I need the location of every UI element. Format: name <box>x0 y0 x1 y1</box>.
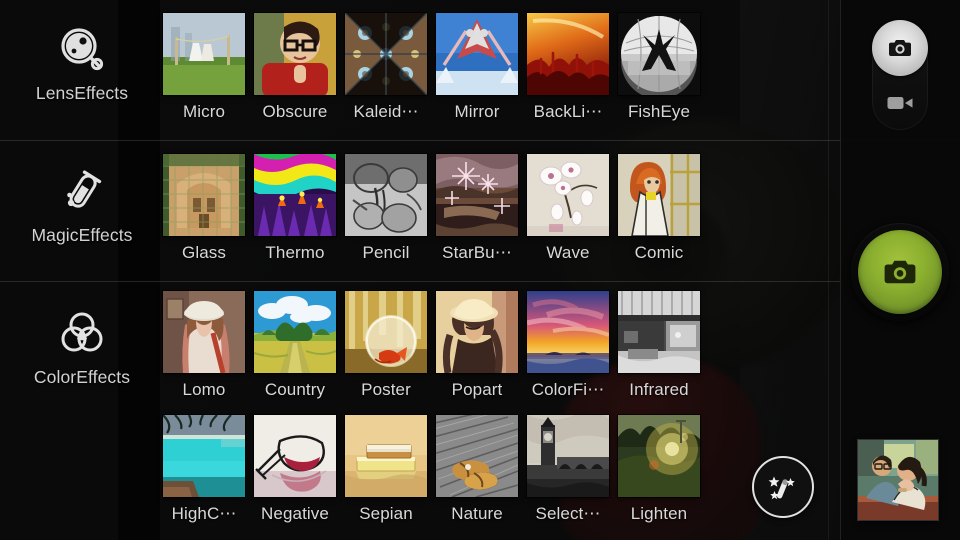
effect-label: HighC⋯ <box>171 504 237 523</box>
effect-tile[interactable]: Obscure <box>254 13 336 122</box>
effect-thumbnail-wave <box>527 154 609 236</box>
effect-tile[interactable]: Select⋯ <box>527 415 609 524</box>
camera-icon <box>889 40 911 56</box>
effect-thumbnail-mirror <box>436 13 518 95</box>
effect-tile[interactable]: Nature <box>436 415 518 524</box>
effect-thumbnail-nature <box>436 415 518 497</box>
shutter-button[interactable] <box>858 230 942 314</box>
effect-thumbnail-pencil <box>345 154 427 236</box>
effect-label: Select⋯ <box>535 504 601 523</box>
effect-label: FishEye <box>627 102 691 121</box>
effect-label: Lighten <box>630 504 688 523</box>
effect-thumbnail-country <box>254 291 336 373</box>
effect-thumbnail-glass <box>163 154 245 236</box>
effect-thumbnail-highcontrast <box>163 415 245 497</box>
lens-effects-icon <box>61 28 104 71</box>
effect-thumbnail-lomo <box>163 291 245 373</box>
section-divider <box>0 281 960 282</box>
effect-tile[interactable]: Thermo <box>254 154 336 263</box>
effect-thumbnail-comic <box>618 154 700 236</box>
effect-tile[interactable]: Pencil <box>345 154 427 263</box>
effect-label: Thermo <box>265 243 325 262</box>
color-effects-icon <box>61 312 103 352</box>
effect-thumbnail-poster <box>345 291 427 373</box>
camera-icon <box>884 260 916 284</box>
camera-effects-screen: LensEffects MagicEffects ColorEffects Mi… <box>0 0 960 540</box>
effect-tile[interactable]: Comic <box>618 154 700 263</box>
effect-thumbnail-backlight <box>527 13 609 95</box>
photo-mode-button[interactable] <box>872 20 928 76</box>
effect-label: ColorFi⋯ <box>531 380 605 399</box>
effect-label: StarBu⋯ <box>442 243 512 262</box>
effect-label: Pencil <box>362 243 410 262</box>
video-camera-icon <box>887 97 913 109</box>
effect-thumbnail-kaleidoscope <box>345 13 427 95</box>
capture-mode-toggle[interactable] <box>872 20 928 130</box>
category-magic-effects[interactable]: MagicEffects <box>0 166 164 246</box>
effect-label: Wave <box>546 243 590 262</box>
effect-label: Poster <box>361 380 411 399</box>
magic-effects-icon <box>67 170 102 208</box>
effect-thumbnail-selective <box>527 415 609 497</box>
effect-tile[interactable]: Sepian <box>345 415 427 524</box>
effect-label: Nature <box>451 504 503 523</box>
effect-thumbnail-obscure <box>254 13 336 95</box>
effect-tile[interactable]: Kaleid⋯ <box>345 13 427 122</box>
magic-wand-icon <box>768 476 795 500</box>
effect-label: Comic <box>634 243 684 262</box>
effect-label: Obscure <box>262 102 328 121</box>
effect-thumbnail-starburst <box>436 154 518 236</box>
effect-thumbnail-colorfilter <box>527 291 609 373</box>
effect-label: Glass <box>182 243 226 262</box>
effect-thumbnail-fisheye <box>618 13 700 95</box>
effect-tile[interactable]: Mirror <box>436 13 518 122</box>
gallery-thumbnail-button[interactable] <box>858 440 938 520</box>
effect-thumbnail-popart <box>436 291 518 373</box>
photo-thumbnail <box>858 440 938 520</box>
effect-label: Infrared <box>629 380 689 399</box>
category-lens-effects[interactable]: LensEffects <box>0 24 164 104</box>
effect-tile[interactable]: ColorFi⋯ <box>527 291 609 400</box>
effect-tile[interactable]: Lomo <box>163 291 245 400</box>
effect-tile[interactable]: Negative <box>254 415 336 524</box>
effect-label: Popart <box>451 380 503 399</box>
effect-label: Lomo <box>182 380 226 399</box>
effect-thumbnail-sepian <box>345 415 427 497</box>
effect-label: Mirror <box>454 102 500 121</box>
category-label: MagicEffects <box>31 225 133 245</box>
effect-tile[interactable]: Poster <box>345 291 427 400</box>
effect-tile[interactable]: Micro <box>163 13 245 122</box>
effect-label: Micro <box>182 102 226 121</box>
effect-tile[interactable]: Country <box>254 291 336 400</box>
effect-label: BackLi⋯ <box>533 102 603 121</box>
effect-tile[interactable]: Lighten <box>618 415 700 524</box>
video-mode-button[interactable] <box>872 76 928 130</box>
effect-label: Country <box>264 380 326 399</box>
effect-tile[interactable]: Infrared <box>618 291 700 400</box>
effect-tile[interactable]: StarBu⋯ <box>436 154 518 263</box>
effect-tile[interactable]: Wave <box>527 154 609 263</box>
effect-label: Kaleid⋯ <box>353 102 419 121</box>
effect-thumbnail-micro <box>163 13 245 95</box>
effect-thumbnail-lighten <box>618 415 700 497</box>
category-color-effects[interactable]: ColorEffects <box>0 308 164 388</box>
effect-label: Sepian <box>359 504 413 523</box>
effects-toggle-button[interactable] <box>752 456 814 518</box>
effect-tile[interactable]: FishEye <box>618 13 700 122</box>
effect-thumbnail-negative <box>254 415 336 497</box>
category-label: ColorEffects <box>33 367 131 387</box>
category-label: LensEffects <box>35 83 129 103</box>
effect-label: Negative <box>261 504 329 523</box>
effect-tile[interactable]: Popart <box>436 291 518 400</box>
controls-edge-line <box>840 0 841 540</box>
effect-thumbnail-thermo <box>254 154 336 236</box>
effect-tile[interactable]: BackLi⋯ <box>527 13 609 122</box>
effect-thumbnail-infrared <box>618 291 700 373</box>
effect-tile[interactable]: Glass <box>163 154 245 263</box>
section-divider <box>0 140 960 141</box>
effect-tile[interactable]: HighC⋯ <box>163 415 245 524</box>
